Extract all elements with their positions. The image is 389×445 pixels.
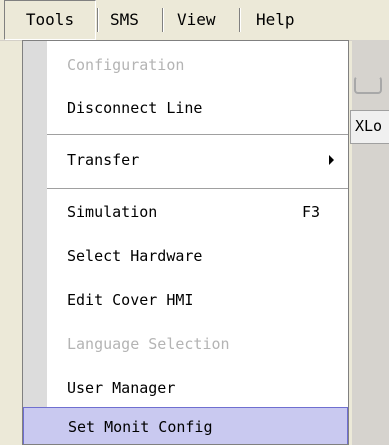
menu-bar: Tools SMS View Help [0, 0, 389, 41]
undo-icon[interactable] [354, 76, 382, 94]
menu-tools[interactable]: Tools [4, 0, 96, 40]
menu-help-label: Help [256, 10, 295, 29]
menu-item-label: Select Hardware [67, 247, 203, 265]
menu-item-language-selection: Language Selection [47, 325, 348, 363]
menu-item-user-manager[interactable]: User Manager [47, 369, 348, 407]
menu-item-label: Set Monit Config [68, 418, 213, 436]
menu-view[interactable]: View [177, 0, 216, 40]
menu-item-set-monit-config[interactable]: Set Monit Config [23, 407, 348, 444]
menu-separator [162, 8, 164, 32]
background-app-area [352, 40, 389, 445]
menu-view-label: View [177, 10, 216, 29]
menu-item-disconnect-line[interactable]: Disconnect Line [47, 89, 348, 127]
menu-separator [47, 188, 348, 189]
menu-icon-gutter [23, 41, 47, 444]
menu-item-simulation[interactable]: Simulation F3 [47, 193, 348, 231]
menu-separator [97, 8, 99, 32]
submenu-arrow-icon [329, 155, 334, 165]
menu-item-label: Simulation [67, 203, 158, 221]
background-panel-text: XLo [355, 117, 383, 135]
menu-item-edit-cover-hmi[interactable]: Edit Cover HMI [47, 281, 348, 319]
menu-item-label: User Manager [67, 379, 176, 397]
menu-help[interactable]: Help [256, 0, 295, 40]
menu-tools-label: Tools [25, 10, 75, 29]
menu-separator [239, 8, 241, 32]
menu-item-transfer[interactable]: Transfer [47, 141, 348, 179]
menu-sms[interactable]: SMS [110, 0, 139, 40]
menu-item-label: Language Selection [67, 335, 230, 353]
menu-item-label: Configuration [67, 56, 185, 74]
menu-item-label: Transfer [67, 151, 140, 169]
tools-dropdown-menu: Configuration Disconnect Line Transfer S… [22, 40, 349, 445]
menu-separator [47, 134, 348, 135]
menu-item-shortcut: F3 [301, 203, 320, 221]
menu-sms-label: SMS [110, 10, 139, 29]
menu-item-label: Edit Cover HMI [67, 291, 194, 309]
menu-item-select-hardware[interactable]: Select Hardware [47, 237, 348, 275]
menu-item-label: Disconnect Line [67, 99, 203, 117]
menu-item-configuration: Configuration [47, 46, 348, 84]
